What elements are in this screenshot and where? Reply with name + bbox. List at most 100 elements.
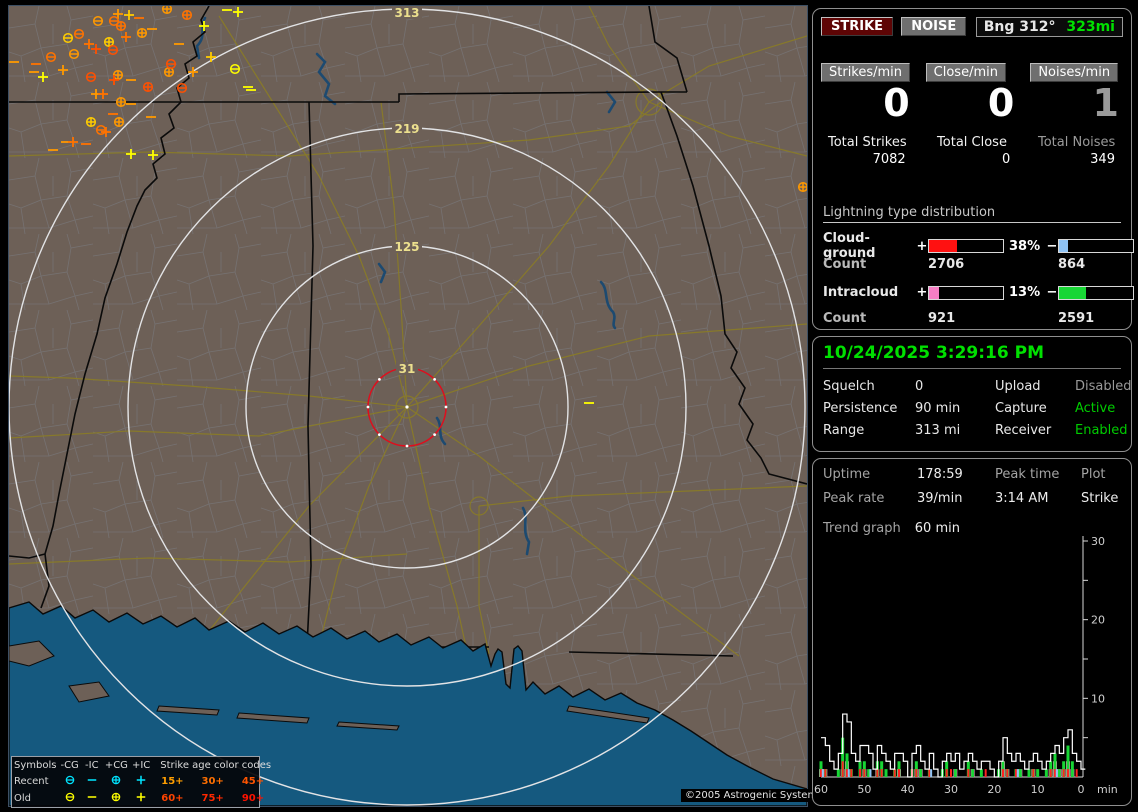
copyright-notice: ©2005 Astrogenic Systems [681,789,827,802]
svg-text:20: 20 [987,783,1001,796]
legend-neg-ic-label: -IC [85,760,99,771]
upload-label: Upload [995,379,1041,394]
map-canvas: 313 219 125 31 [9,6,807,806]
legend-recent-row: Recent 15+ 30+ 45+ [12,773,273,790]
receiver-state: Enabled [1075,423,1128,438]
bearing-display: Bng 312° 323mi [975,17,1123,37]
legend-old-label: Old [14,793,31,804]
capture-label: Capture [995,401,1047,416]
legend-header-row: Symbols -CG -IC +CG +IC Strike age color… [12,758,273,773]
ic-minus-pct: 37% [1134,285,1138,300]
peak-time-label: Peak time [995,467,1060,482]
ic-count-label: Count [823,311,867,326]
lightning-map[interactable]: 313 219 125 31 Symbols -CG -IC +CG +IC S… [8,5,827,808]
receiver-label: Receiver [995,423,1052,438]
plot-label: Plot [1081,467,1106,482]
ring-label-31: 31 [399,362,416,376]
capture-state: Active [1075,401,1116,416]
ic-plus-bar [928,285,1004,300]
close-per-min-value: 0 [987,81,1015,125]
ic-plus-pct: 13% [1009,285,1041,300]
trend-graph-label: Trend graph [823,521,901,536]
intracloud-label: Intracloud [823,285,899,300]
age-90: 90+ [241,793,265,804]
cg-plus-pct: 38% [1009,238,1041,254]
legend-old-row: Old 60+ 75+ 90+ [12,790,273,807]
trend-graph-panel: Uptime 178:59 Peak time Plot Peak rate 3… [812,458,1132,806]
ic-plus-count: 921 [928,311,956,326]
ic-minus-bar [1058,285,1134,300]
strike-counters-panel: STRIKE NOISE Bng 312° 323mi Strikes/min … [812,8,1134,330]
strikes-per-min-label: Strikes/min [821,63,911,82]
svg-text:10: 10 [1091,692,1105,705]
bearing-range-value: 323mi [1066,19,1115,35]
ic-minus-count: 2591 [1058,311,1095,326]
svg-text:30: 30 [944,783,958,796]
total-strikes-label: Total Strikes [828,135,907,150]
total-strikes-value: 7082 [872,152,906,167]
ring-label-125: 125 [394,240,419,254]
noises-per-min-label: Noises/min [1030,63,1119,82]
total-close-value: 0 [1002,152,1011,167]
legend-recent-label: Recent [14,776,49,787]
total-close-label: Total Close [937,135,1007,150]
range-value: 313 mi [915,423,961,438]
ring-label-313: 313 [394,6,419,20]
symbol-legend: Symbols -CG -IC +CG +IC Strike age color… [11,756,271,808]
legend-neg-cg-label: -CG [60,760,79,771]
cg-count-label: Count [823,257,867,272]
svg-text:0: 0 [1078,783,1085,796]
bearing-value: Bng 312° [983,19,1056,35]
svg-text:40: 40 [901,783,915,796]
strikes-per-min-value: 0 [883,81,910,125]
recent-cg-minus-icon [58,773,80,790]
peak-rate-label: Peak rate [823,491,885,506]
peak-time-value: 3:14 AM [995,491,1049,506]
noise-toggle-button[interactable]: NOISE [901,17,967,36]
peak-rate-value: 39/min [917,491,963,506]
age-75: 75+ [201,793,224,804]
cg-plus-count: 2706 [928,257,965,272]
plot-mode-value: Strike [1081,491,1119,506]
svg-text:min: min [1097,783,1118,796]
plus-sign: + [916,285,928,300]
range-label: Range [823,423,865,438]
old-cg-plus-icon [103,790,130,807]
cg-minus-bar [1058,239,1134,253]
distribution-title: Lightning type distribution [823,205,1121,223]
minus-sign: − [1046,238,1058,254]
age-60: 60+ [161,793,184,804]
recent-ic-minus-icon [81,773,103,790]
cg-minus-pct: 12% [1134,239,1138,254]
noises-per-min-value: 1 [1092,81,1119,125]
squelch-label: Squelch [823,379,875,394]
persistence-label: Persistence [823,401,898,416]
squelch-value: 0 [915,379,924,394]
svg-text:30: 30 [1091,535,1105,548]
ring-label-219: 219 [394,122,419,136]
svg-text:10: 10 [1031,783,1045,796]
close-per-min-label: Close/min [925,63,1006,82]
recent-cg-plus-icon [103,773,130,790]
strike-toggle-button[interactable]: STRIKE [821,17,894,36]
trend-graph: 10 20 30 60 50 40 30 20 10 0 min [814,535,1118,796]
plus-sign: + [916,238,928,254]
legend-symbols-label: Symbols [14,760,57,771]
svg-text:60: 60 [814,783,828,796]
age-30: 30+ [201,776,224,787]
receiver-status-panel: 10/24/2025 3:29:16 PM Squelch 0 Upload D… [812,336,1132,452]
uptime-value: 178:59 [917,467,963,482]
persistence-value: 90 min [915,401,961,416]
svg-text:20: 20 [1091,614,1105,627]
datetime-display: 10/24/2025 3:29:16 PM [823,343,1121,369]
cg-minus-count: 864 [1058,257,1086,272]
age-15: 15+ [161,776,184,787]
age-45: 45+ [241,776,265,787]
old-ic-plus-icon [130,790,152,807]
uptime-label: Uptime [823,467,871,482]
recent-ic-plus-icon [130,773,152,790]
svg-text:50: 50 [857,783,871,796]
upload-state: Disabled [1075,379,1132,394]
old-cg-minus-icon [58,790,80,807]
legend-pos-cg-label: +CG [104,760,128,771]
